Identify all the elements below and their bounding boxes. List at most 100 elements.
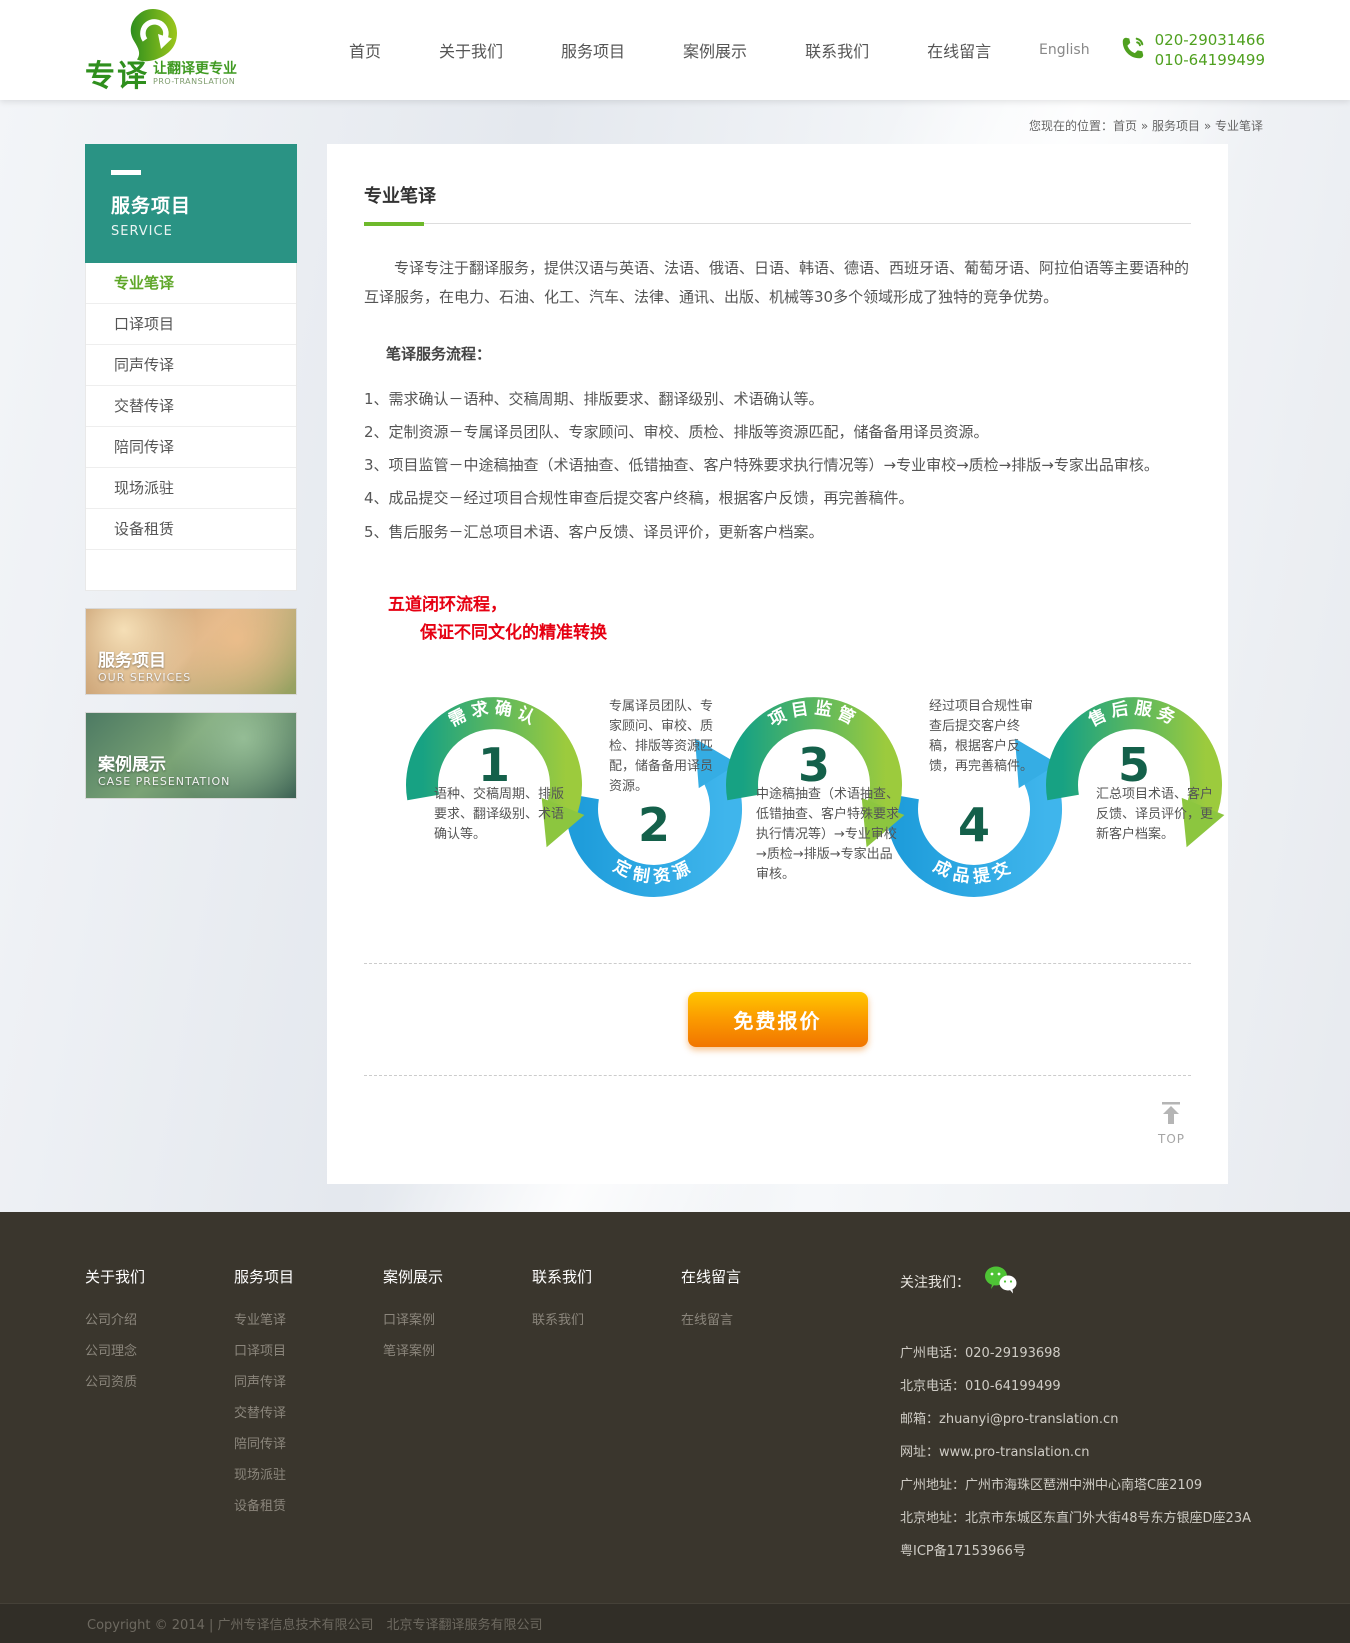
header-phone-block: 020-29031466 010-64199499: [1120, 30, 1265, 71]
nav-item-services[interactable]: 服务项目: [561, 38, 625, 62]
contact-website[interactable]: 网址：www.pro-translation.cn: [900, 1441, 1265, 1460]
copyright-text: Copyright © 2014 | 广州专译信息技术有限公司 北京专译翻译服务…: [85, 1604, 1265, 1643]
contact-phone-beijing: 北京电话：010-64199499: [900, 1375, 1265, 1394]
process-step-3: 3、项目监管－中途稿抽查（术语抽查、低错抽查、客户特殊要求执行情况等）→专业审校…: [364, 452, 1191, 478]
contact-address-guangzhou: 广州地址：广州市海珠区琶洲中洲中心南塔C座2109: [900, 1474, 1265, 1493]
footer-link-written-cases[interactable]: 笔译案例: [383, 1340, 532, 1359]
process-step-5: 5、售后服务－汇总项目术语、客户反馈、译员评价，更新客户档案。: [364, 519, 1191, 545]
footer-col-message-title: 在线留言: [681, 1266, 830, 1287]
stage-3-number: 3: [798, 738, 830, 792]
logo-title: 专译: [85, 62, 149, 92]
nav-item-home[interactable]: 首页: [349, 38, 381, 62]
footer-col-services: 服务项目 专业笔译 口译项目 同声传译 交替传译 陪同传译 现场派驻 设备租赁: [234, 1266, 383, 1573]
promo-banner-services[interactable]: 服务项目 OUR SERVICES: [85, 608, 297, 695]
footer-link-written-translation[interactable]: 专业笔译: [234, 1309, 383, 1328]
header-phone-numbers: 020-29031466 010-64199499: [1155, 30, 1265, 71]
nav-item-cases[interactable]: 案例展示: [683, 38, 747, 62]
process-step-1: 1、需求确认－语种、交稿周期、排版要求、翻译级别、术语确认等。: [364, 386, 1191, 412]
process-flow-diagram: 需求确认 定制资源 项目监管 成品提交 售后服务 1 2 3 4 5 语种、交稿…: [404, 685, 1254, 937]
process-steps: 1、需求确认－语种、交稿周期、排版要求、翻译级别、术语确认等。 2、定制资源－专…: [364, 386, 1191, 545]
footer-link-simultaneous[interactable]: 同声传译: [234, 1371, 383, 1390]
page-title: 专业笔译: [364, 182, 1191, 208]
stage-2-number: 2: [638, 798, 670, 852]
logo-subtext: PRO-TRANSLATION: [153, 77, 237, 86]
stage-4-description: 经过项目合规性审查后提交客户终稿，根据客户反馈，再完善稿件。: [929, 697, 1035, 778]
site-footer: 关于我们 公司介绍 公司理念 公司资质 服务项目 专业笔译 口译项目 同声传译 …: [0, 1212, 1350, 1643]
intro-paragraph: 专译专注于翻译服务，提供汉语与英语、法语、俄语、日语、韩语、德语、西班牙语、葡萄…: [364, 254, 1191, 313]
red-slogan: 五道闭环流程， 保证不同文化的精准转换: [388, 591, 1191, 647]
logo-subtitle: 让翻译更专业: [153, 62, 237, 77]
stage-4-number: 4: [958, 798, 990, 852]
sidebar-item-consecutive[interactable]: 交替传译: [86, 386, 296, 427]
footer-link-interpretation-cases[interactable]: 口译案例: [383, 1309, 532, 1328]
stage-5-description: 汇总项目术语、客户反馈、译员评价，更新客户档案。: [1096, 785, 1224, 845]
nav-item-message[interactable]: 在线留言: [927, 38, 991, 62]
footer-link-interpretation[interactable]: 口译项目: [234, 1340, 383, 1359]
dashed-divider-bottom: [364, 1075, 1191, 1076]
process-step-2: 2、定制资源－专属译员团队、专家顾问、审校、质检、排版等资源匹配，储备备用译员资…: [364, 419, 1191, 445]
footer-col-cases-title: 案例展示: [383, 1266, 532, 1287]
red-slogan-line2: 保证不同文化的精准转换: [388, 619, 1191, 647]
footer-col-contact: 联系我们 联系我们: [532, 1266, 681, 1573]
sidebar-item-escort[interactable]: 陪同传译: [86, 427, 296, 468]
footer-col-about-title: 关于我们: [85, 1266, 234, 1287]
breadcrumb[interactable]: 您现在的位置：首页 » 服务项目 » 专业笔译: [1029, 119, 1263, 133]
footer-col-cases: 案例展示 口译案例 笔译案例: [383, 1266, 532, 1573]
copyright-bar: Copyright © 2014 | 广州专译信息技术有限公司 北京专译翻译服务…: [0, 1603, 1350, 1643]
nav-item-contact[interactable]: 联系我们: [805, 38, 869, 62]
footer-link-consecutive[interactable]: 交替传译: [234, 1402, 383, 1421]
site-header: 专译 让翻译更专业 PRO-TRANSLATION 首页 关于我们 服务项目 案…: [0, 0, 1350, 100]
logo-leaf-icon: [127, 8, 260, 66]
sidebar-item-interpretation[interactable]: 口译项目: [86, 304, 296, 345]
footer-col-about: 关于我们 公司介绍 公司理念 公司资质: [85, 1266, 234, 1573]
follow-us-label: 关注我们：: [900, 1272, 970, 1292]
footer-link-online-message[interactable]: 在线留言: [681, 1309, 830, 1328]
main-nav: 首页 关于我们 服务项目 案例展示 联系我们 在线留言: [320, 38, 1020, 62]
free-quote-button[interactable]: 免费报价: [688, 992, 868, 1047]
contact-email[interactable]: 邮箱：zhuanyi@pro-translation.cn: [900, 1408, 1265, 1427]
promo-cases-subtitle: CASE PRESENTATION: [98, 775, 284, 788]
sidebar-subtitle: SERVICE: [111, 224, 271, 239]
red-slogan-line1: 五道闭环流程，: [388, 591, 1191, 619]
footer-link-company-intro[interactable]: 公司介绍: [85, 1309, 234, 1328]
phone-number-beijing: 010-64199499: [1155, 50, 1265, 70]
top-label: TOP: [1158, 1132, 1185, 1146]
sidebar-dash-decoration: [111, 170, 141, 175]
back-to-top-button[interactable]: TOP: [1158, 1102, 1185, 1146]
stage-3-description: 中途稿抽查（术语抽查、低错抽查、客户特殊要求执行情况等）→专业审校→质检→排版→…: [756, 785, 900, 886]
sidebar-header: 服务项目 SERVICE: [85, 144, 297, 263]
icp-record-number: 粤ICP备17153966号: [900, 1540, 1265, 1559]
sidebar-item-equipment-rental[interactable]: 设备租赁: [86, 509, 296, 550]
sidebar-item-simultaneous[interactable]: 同声传译: [86, 345, 296, 386]
site-logo[interactable]: 专译 让翻译更专业 PRO-TRANSLATION: [85, 8, 260, 92]
footer-link-contact-us[interactable]: 联系我们: [532, 1309, 681, 1328]
promo-services-title: 服务项目: [98, 646, 284, 671]
stage-5-number: 5: [1118, 738, 1150, 792]
sidebar-title: 服务项目: [111, 191, 271, 218]
footer-col-contact-title: 联系我们: [532, 1266, 681, 1287]
promo-cases-title: 案例展示: [98, 750, 284, 775]
phone-number-guangzhou: 020-29031466: [1155, 30, 1265, 50]
stage-1-number: 1: [478, 738, 510, 792]
footer-col-message: 在线留言 在线留言: [681, 1266, 830, 1573]
sidebar-item-onsite[interactable]: 现场派驻: [86, 468, 296, 509]
footer-link-escort[interactable]: 陪同传译: [234, 1433, 383, 1452]
page-background: 您现在的位置：首页 » 服务项目 » 专业笔译 服务项目 SERVICE 专业笔…: [0, 100, 1350, 1212]
footer-contact-block: 关注我们： 广州电话：020-29193698 北京电话：010-6419949…: [900, 1266, 1265, 1573]
title-underline: [364, 222, 1191, 226]
footer-link-equipment-rental[interactable]: 设备租赁: [234, 1495, 383, 1514]
footer-link-onsite[interactable]: 现场派驻: [234, 1464, 383, 1483]
top-arrow-icon: [1159, 1102, 1183, 1124]
sidebar: 服务项目 SERVICE 专业笔译 口译项目 同声传译 交替传译 陪同传译 现场…: [85, 144, 297, 799]
process-step-4: 4、成品提交－经过项目合规性审查后提交客户终稿，根据客户反馈，再完善稿件。: [364, 485, 1191, 511]
sidebar-item-written-translation[interactable]: 专业笔译: [86, 263, 296, 304]
footer-link-company-philosophy[interactable]: 公司理念: [85, 1340, 234, 1359]
promo-banner-cases[interactable]: 案例展示 CASE PRESENTATION: [85, 712, 297, 799]
stage-2-description: 专属译员团队、专家顾问、审校、质检、排版等资源匹配，储备备用译员资源。: [609, 697, 715, 798]
nav-item-about[interactable]: 关于我们: [439, 38, 503, 62]
footer-link-company-qualification[interactable]: 公司资质: [85, 1371, 234, 1390]
footer-col-services-title: 服务项目: [234, 1266, 383, 1287]
language-switch-english[interactable]: English: [1039, 42, 1090, 58]
wechat-icon[interactable]: [984, 1266, 1018, 1298]
process-title: 笔译服务流程：: [364, 343, 1191, 364]
